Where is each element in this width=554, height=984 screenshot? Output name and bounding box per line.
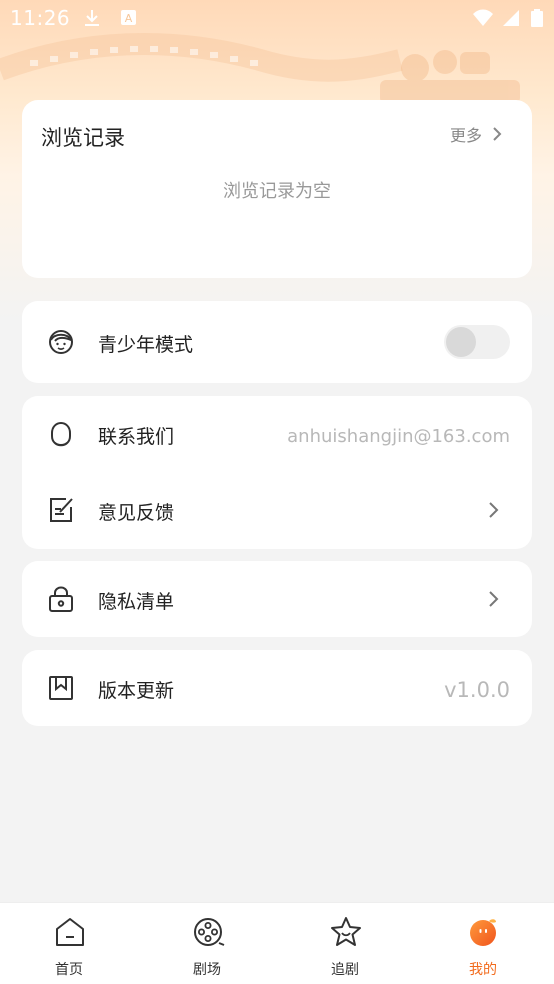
- status-bar: 11:26 A: [0, 0, 554, 38]
- tab-mine[interactable]: 我的: [414, 903, 552, 984]
- edit-note-icon: [46, 495, 76, 525]
- tab-mine-label: 我的: [469, 962, 497, 978]
- history-title: 浏览记录: [41, 126, 125, 150]
- version-value: v1.0.0: [444, 678, 510, 702]
- tab-theater-label: 剧场: [193, 962, 221, 978]
- bookmark-icon: [46, 673, 76, 703]
- toggle-knob: [446, 327, 476, 357]
- status-icons-left: A: [82, 8, 139, 32]
- download-icon: [85, 10, 99, 26]
- home-icon: [56, 918, 84, 946]
- youth-mode-card: 青少年模式: [22, 301, 532, 383]
- battery-icon: [531, 9, 543, 27]
- history-more-link[interactable]: 更多: [450, 122, 506, 146]
- headset-icon: [46, 419, 76, 449]
- tab-home-label: 首页: [55, 962, 83, 978]
- history-card: 浏览记录 更多 浏览记录为空: [22, 100, 532, 278]
- chevron-right-icon: [489, 591, 499, 607]
- tab-home[interactable]: 首页: [0, 903, 138, 984]
- youth-mode-toggle[interactable]: [444, 325, 510, 359]
- star-icon: [331, 917, 361, 946]
- keyboard-a-icon: A: [121, 10, 137, 25]
- profile-screen: 11:26 A 浏览记录 更多 浏览记录为空 青少年模式 联系我们 anhuis…: [0, 0, 554, 984]
- version-card: 版本更新 v1.0.0: [22, 650, 532, 726]
- tab-theater[interactable]: 剧场: [138, 903, 276, 984]
- privacy-row[interactable]: 隐私清单: [22, 561, 532, 637]
- version-row[interactable]: 版本更新 v1.0.0: [22, 650, 532, 726]
- youth-mode-label: 青少年模式: [98, 334, 194, 356]
- status-time: 11:26: [10, 6, 71, 30]
- wifi-icon: [472, 9, 493, 26]
- contact-email: anhuishangjin@163.com: [287, 426, 510, 447]
- feedback-label: 意见反馈: [98, 502, 175, 524]
- svg-text:A: A: [125, 12, 133, 25]
- privacy-card: 隐私清单: [22, 561, 532, 637]
- feedback-row[interactable]: 意见反馈: [22, 472, 532, 548]
- chevron-right-icon: [489, 502, 499, 518]
- tab-follow[interactable]: 追剧: [276, 903, 414, 984]
- bottom-tabbar: 首页 剧场 追剧 我的: [0, 902, 554, 984]
- history-empty-text: 浏览记录为空: [223, 181, 331, 202]
- status-icons-right: [472, 8, 544, 32]
- chevron-right-icon: [493, 127, 502, 141]
- version-label: 版本更新: [98, 680, 175, 702]
- lock-icon: [46, 584, 76, 614]
- privacy-label: 隐私清单: [98, 591, 175, 613]
- support-card: 联系我们 anhuishangjin@163.com 意见反馈: [22, 396, 532, 549]
- child-face-icon: [46, 327, 76, 357]
- profile-blob-icon: [470, 919, 496, 946]
- film-reel-icon: [194, 918, 225, 946]
- history-more-label: 更多: [449, 126, 482, 145]
- signal-icon: [502, 10, 519, 26]
- contact-row[interactable]: 联系我们 anhuishangjin@163.com: [22, 396, 532, 472]
- contact-label: 联系我们: [98, 426, 175, 448]
- youth-mode-row: 青少年模式: [22, 304, 532, 380]
- tab-follow-label: 追剧: [331, 962, 359, 978]
